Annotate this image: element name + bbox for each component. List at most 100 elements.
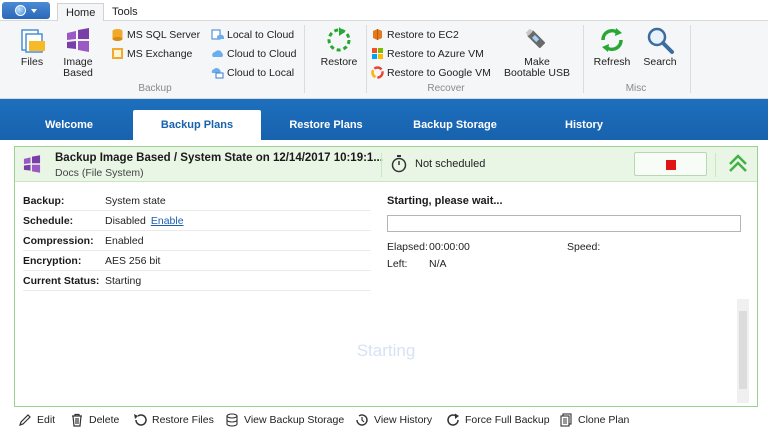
- ms-exchange-label: MS Exchange: [127, 47, 193, 60]
- restore-azure-button[interactable]: Restore to Azure VM: [371, 45, 484, 62]
- group-separator: [583, 25, 584, 93]
- restore-ec2-button[interactable]: Restore to EC2: [371, 26, 459, 43]
- progress-area: Starting, please wait... Elapsed: 00:00:…: [387, 195, 747, 270]
- tab-history[interactable]: History: [520, 110, 648, 140]
- prop-value: Enabled: [105, 234, 144, 247]
- elapsed-value: 00:00:00: [429, 241, 470, 253]
- prop-row-backup: Backup: System state: [23, 191, 371, 211]
- scrollbar[interactable]: [737, 299, 749, 403]
- stopwatch-icon: [391, 155, 407, 173]
- main-tabbar: Welcome Backup Plans Restore Plans Backu…: [0, 99, 768, 140]
- content-area: Backup Image Based / System State on 12/…: [0, 140, 768, 446]
- stop-button[interactable]: [634, 152, 707, 176]
- enable-schedule-link[interactable]: Enable: [151, 215, 184, 227]
- image-based-button[interactable]: Image Based: [58, 25, 98, 79]
- collapse-button[interactable]: [723, 150, 753, 178]
- refresh-button[interactable]: Refresh: [592, 25, 632, 68]
- clone-plan-button[interactable]: Clone Plan: [559, 413, 629, 427]
- prop-value: Starting: [105, 274, 142, 287]
- ms-sql-label: MS SQL Server: [127, 28, 201, 41]
- group-label-backup: Backup: [138, 83, 172, 94]
- view-backup-storage-button[interactable]: View Backup Storage: [225, 413, 344, 427]
- database-icon: [111, 28, 124, 41]
- group-separator: [304, 25, 305, 93]
- delete-label: Delete: [89, 414, 120, 426]
- files-label: Files: [20, 56, 44, 68]
- tab-restore-plans[interactable]: Restore Plans: [262, 110, 390, 140]
- local-to-cloud-label: Local to Cloud: [227, 28, 295, 41]
- google-icon: [371, 66, 384, 79]
- plan-properties: Backup: System state Schedule: Disabled …: [23, 191, 371, 291]
- restore-files-button[interactable]: Restore Files: [133, 413, 214, 427]
- left-value: N/A: [429, 258, 447, 270]
- refresh-icon: [446, 413, 460, 427]
- plan-subtitle: Docs (File System): [55, 167, 144, 179]
- schedule-text: Not scheduled: [415, 158, 486, 170]
- app-menu-button[interactable]: [2, 2, 50, 19]
- files-button[interactable]: Files: [12, 25, 52, 68]
- azure-windows-icon: [371, 47, 384, 60]
- group-label-recover: Recover: [427, 83, 465, 94]
- view-history-label: View History: [374, 414, 433, 426]
- cloud-icon: [211, 47, 224, 60]
- make-bootable-usb-button[interactable]: Make Bootable USB: [502, 25, 572, 79]
- status-watermark: Starting: [356, 341, 416, 360]
- prop-row-compression: Compression: Enabled: [23, 231, 371, 251]
- folder-files-icon: [17, 25, 47, 55]
- cloud-local-icon: [211, 66, 224, 79]
- plan-title: Backup Image Based / System State on 12/…: [55, 152, 383, 164]
- clone-plan-label: Clone Plan: [578, 414, 630, 426]
- view-history-button[interactable]: View History: [355, 413, 432, 427]
- tab-backup-storage[interactable]: Backup Storage: [391, 110, 519, 140]
- ribbon: Files Image Based MS SQL Server MS Excha…: [0, 21, 768, 99]
- restore-ec2-label: Restore to EC2: [387, 28, 459, 41]
- storage-icon: [225, 413, 239, 427]
- trash-icon: [70, 413, 84, 427]
- search-button[interactable]: Search: [640, 25, 680, 68]
- view-storage-label: View Backup Storage: [244, 414, 345, 426]
- ms-sql-button[interactable]: MS SQL Server: [111, 26, 200, 43]
- edit-button[interactable]: Edit: [18, 413, 55, 427]
- restore-google-label: Restore to Google VM: [387, 66, 491, 79]
- restore-google-button[interactable]: Restore to Google VM: [371, 64, 491, 81]
- force-full-backup-button[interactable]: Force Full Backup: [446, 413, 550, 427]
- tab-welcome[interactable]: Welcome: [5, 110, 133, 140]
- progress-bar: [387, 215, 741, 232]
- refresh-label: Refresh: [593, 56, 631, 68]
- windows-logo-icon: [63, 25, 93, 55]
- make-usb-label: Make Bootable USB: [504, 56, 570, 79]
- tab-backup-plans[interactable]: Backup Plans: [133, 110, 261, 140]
- restore-label: Restore: [320, 56, 358, 68]
- local-cloud-icon: [211, 28, 224, 41]
- header-divider: [381, 153, 382, 177]
- prop-key: Compression:: [23, 234, 94, 247]
- progress-status: Starting, please wait...: [387, 195, 503, 207]
- plan-actions-bar: Edit Delete Restore Files View Backup St…: [0, 411, 768, 435]
- header-divider: [715, 153, 716, 177]
- prop-row-encryption: Encryption: AES 256 bit: [23, 251, 371, 271]
- aws-ec2-icon: [371, 28, 384, 41]
- group-separator: [690, 25, 691, 93]
- undo-arrow-icon: [133, 413, 147, 427]
- prop-key: Current Status:: [23, 274, 100, 287]
- prop-key: Schedule:: [23, 214, 74, 227]
- cloud-to-local-button[interactable]: Cloud to Local: [211, 64, 294, 81]
- cloud-to-cloud-button[interactable]: Cloud to Cloud: [211, 45, 296, 62]
- left-label: Left:: [387, 258, 408, 270]
- scrollbar-thumb[interactable]: [739, 311, 747, 389]
- exchange-icon: [111, 47, 124, 60]
- delete-button[interactable]: Delete: [70, 413, 119, 427]
- restore-button[interactable]: Restore: [318, 25, 360, 68]
- cloud-to-cloud-label: Cloud to Cloud: [227, 47, 297, 60]
- local-to-cloud-button[interactable]: Local to Cloud: [211, 26, 294, 43]
- menu-tab-home[interactable]: Home: [57, 3, 105, 22]
- pencil-icon: [18, 413, 32, 427]
- plan-header[interactable]: Backup Image Based / System State on 12/…: [15, 147, 757, 182]
- force-full-label: Force Full Backup: [465, 414, 550, 426]
- menu-tab-tools[interactable]: Tools: [104, 3, 146, 22]
- prop-value: AES 256 bit: [105, 254, 161, 267]
- ms-exchange-button[interactable]: MS Exchange: [111, 45, 192, 62]
- restore-files-label: Restore Files: [152, 414, 214, 426]
- prop-key: Encryption:: [23, 254, 82, 267]
- prop-value: System state: [105, 194, 166, 207]
